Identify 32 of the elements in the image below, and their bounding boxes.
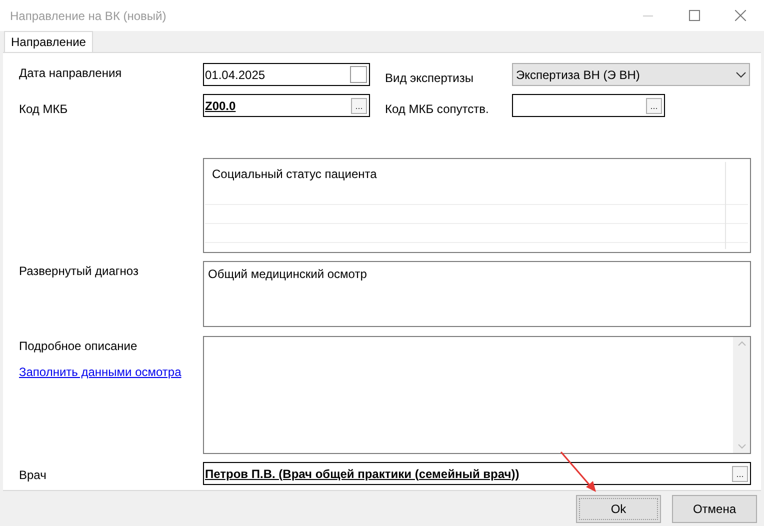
field-label: Код МКБ bbox=[19, 101, 69, 118]
list-item[interactable]: Социальный статус пациента bbox=[204, 159, 750, 204]
scrollbar[interactable] bbox=[733, 337, 750, 453]
scroll-down-icon[interactable] bbox=[738, 444, 746, 449]
diagnosis-field[interactable]: Общий медицинский осмотр bbox=[203, 261, 751, 327]
dialog-button[interactable]: Отмена bbox=[672, 494, 757, 522]
icd-code-field[interactable]: Z00.0 ... bbox=[203, 94, 370, 117]
chevron-down-icon bbox=[736, 72, 746, 78]
close-icon[interactable] bbox=[735, 10, 746, 21]
dialog-button[interactable]: Ok bbox=[576, 494, 661, 522]
fill-from-exam-link[interactable]: Заполнить данными осмотра bbox=[19, 363, 182, 381]
calendar-icon[interactable] bbox=[350, 66, 367, 83]
field-label: Подробное описание bbox=[19, 338, 138, 355]
field-label: Код МКБ сопутств. bbox=[385, 101, 490, 118]
field-label: Дата направления bbox=[19, 65, 123, 82]
browse-button[interactable]: ... bbox=[646, 98, 662, 114]
field-label: Развернутый диагноз bbox=[19, 263, 140, 280]
field-value: 01.04.2025 bbox=[205, 66, 266, 84]
description-field[interactable] bbox=[203, 336, 751, 454]
maximize-icon[interactable] bbox=[689, 10, 700, 21]
date-field[interactable]: 01.04.2025 bbox=[203, 63, 370, 86]
window-title: Направление на ВК (новый) bbox=[10, 8, 168, 24]
expertise-dropdown[interactable]: Экспертиза ВН (Э ВН) bbox=[512, 63, 750, 86]
icd-secondary-field[interactable]: ... bbox=[512, 94, 665, 117]
annotation-arrow bbox=[560, 451, 598, 493]
browse-button[interactable]: ... bbox=[351, 98, 367, 114]
doctor-field[interactable]: Петров П.В. (Врач общей практики (семейный врач)) ... bbox=[203, 462, 751, 485]
field-label: Вид экспертизы bbox=[385, 70, 474, 87]
tab[interactable]: Направление bbox=[4, 31, 93, 52]
scroll-up-icon[interactable] bbox=[738, 341, 746, 346]
field-label: Врач bbox=[19, 467, 48, 484]
browse-button[interactable]: ... bbox=[732, 466, 748, 482]
